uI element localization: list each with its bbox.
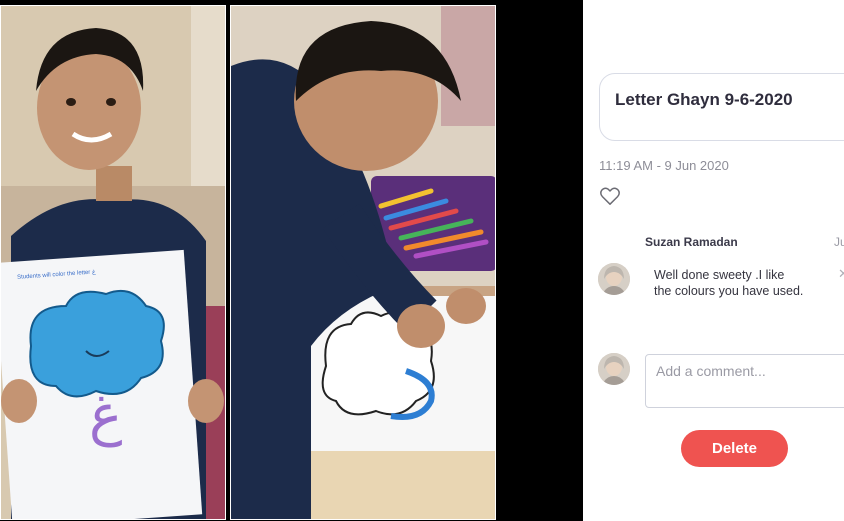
comment-author: Suzan Ramadan	[645, 235, 738, 249]
post-timestamp: 11:19 AM - 9 Jun 2020	[599, 158, 729, 173]
post-detail-panel: Letter Ghayn 9-6-2020 11:19 AM - 9 Jun 2…	[583, 0, 844, 521]
arabic-letter-drawing: غ	[89, 383, 123, 448]
commenter-avatar	[598, 263, 630, 295]
photo-boy-coloring[interactable]	[230, 5, 496, 520]
close-icon[interactable]: ✕	[838, 266, 844, 282]
post-title-box: Letter Ghayn 9-6-2020	[599, 73, 844, 141]
photo-gallery: Students will color the letter غ غ	[0, 0, 583, 521]
comment-text: Well done sweety .I like the colours you…	[654, 268, 804, 298]
photo-boy-holding-drawing[interactable]: Students will color the letter غ غ	[0, 5, 226, 520]
current-user-avatar	[598, 353, 630, 385]
post-title: Letter Ghayn 9-6-2020	[615, 90, 793, 109]
add-comment-input[interactable]	[645, 354, 844, 408]
photo-illustration-right	[231, 6, 495, 519]
comment-date: Ju	[834, 235, 844, 249]
heart-outline-icon[interactable]	[599, 186, 621, 206]
delete-button[interactable]: Delete	[681, 430, 788, 467]
